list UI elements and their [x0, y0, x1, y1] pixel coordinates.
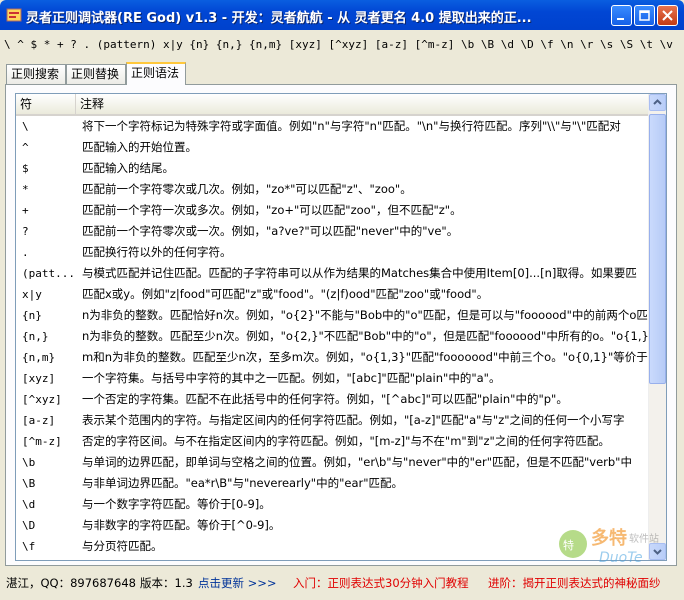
row-symbol: [^m-z]: [22, 435, 62, 448]
table-row[interactable]: (patt... 与模式匹配并记住匹配。匹配的子字符串可以从作为结果的Matche…: [16, 263, 656, 284]
row-symbol: (patt...: [22, 267, 75, 280]
tab-regex-syntax[interactable]: 正则语法: [126, 62, 186, 85]
table-row[interactable]: $ 匹配输入的结尾。: [16, 158, 656, 179]
row-comment: 匹配输入的开始位置。: [82, 140, 197, 154]
row-symbol: .: [22, 246, 29, 259]
row-symbol: [^xyz]: [22, 393, 62, 406]
row-comment: 与模式匹配并记住匹配。匹配的子字符串可以从作为结果的Matches集合中使用It…: [82, 266, 637, 280]
row-comment: 将下一个字符标记为特殊字符或字面值。例如"n"与字符"n"匹配。"\n"与换行符…: [82, 119, 621, 133]
maximize-icon: [639, 10, 650, 21]
row-symbol: *: [22, 183, 29, 196]
row-symbol: \d: [22, 498, 36, 511]
syntax-panel: 符 注释 \ 将下一个字符标记为特殊字符或字面值。例如"n"与字符"n"匹配。"\…: [5, 84, 677, 566]
table-row[interactable]: + 匹配前一个字符一次或多次。例如，"zo+"可以匹配"zoo"，但不匹配"z"。: [16, 200, 656, 221]
row-symbol: ^: [22, 141, 29, 154]
table-row[interactable]: {n,} n为非负的整数。匹配至少n次。例如，"o{2,}"不匹配"Bob"中的"…: [16, 326, 656, 347]
watermark-text-3: DuoTe: [599, 550, 643, 566]
list-rows: \ 将下一个字符标记为特殊字符或字面值。例如"n"与字符"n"匹配。"\n"与换行…: [16, 116, 656, 557]
row-comment: 表示某个范围内的字符。与指定区间内的任何字符匹配。例如，"[a-z]"匹配"a"…: [82, 413, 625, 427]
column-symbol-header[interactable]: 符: [16, 94, 76, 114]
row-symbol: \f: [22, 540, 36, 553]
row-symbol: \b: [22, 456, 36, 469]
row-symbol: \: [22, 120, 29, 133]
row-symbol: ?: [22, 225, 29, 238]
row-symbol: x|y: [22, 288, 42, 301]
row-comment: 匹配前一个字符零次或几次。例如，"zo*"可以匹配"z"、"zoo"。: [82, 182, 412, 196]
row-comment: 否定的字符区间。与不在指定区间内的字符匹配。例如，"[m-z]"与不在"m"到"…: [82, 434, 610, 448]
row-comment: 匹配换行符以外的任何字符。: [82, 245, 232, 259]
row-symbol: \D: [22, 519, 36, 532]
advanced-tutorial-link[interactable]: 进阶：揭开正则表达式的神秘面纱: [488, 575, 684, 591]
table-row[interactable]: \b 与单词的边界匹配，即单词与空格之间的位置。例如，"er\b"与"never"…: [16, 452, 656, 473]
contact-info: 湛江，QQ：897687648: [6, 576, 136, 590]
maximize-button[interactable]: [634, 5, 655, 26]
update-link[interactable]: 点击更新 >>>: [198, 575, 277, 591]
row-symbol: \B: [22, 477, 36, 490]
row-symbol: +: [22, 204, 29, 217]
tab-regex-search[interactable]: 正则搜索: [6, 64, 66, 84]
watermark-text-1: 多特: [591, 527, 627, 549]
row-comment: 与单词的边界匹配，即单词与空格之间的位置。例如，"er\b"与"never"中的…: [82, 455, 632, 469]
column-comment-header[interactable]: 注释: [76, 94, 656, 114]
row-comment: 匹配前一个字符零次或一次。例如，"a?ve?"可以匹配"never"中的"ve"…: [82, 224, 459, 238]
table-row[interactable]: \d 与一个数字字符匹配。等价于[0-9]。: [16, 494, 656, 515]
table-row[interactable]: ^ 匹配输入的开始位置。: [16, 137, 656, 158]
tab-regex-replace[interactable]: 正则替换: [66, 64, 126, 84]
app-icon: [6, 8, 22, 22]
row-comment: 一个字符集。与括号中字符的其中之一匹配。例如，"[abc]"匹配"plain"中…: [82, 371, 501, 385]
table-row[interactable]: x|y 匹配x或y。例如"z|food"可匹配"z"或"food"。"(z|f)o…: [16, 284, 656, 305]
scroll-thumb[interactable]: [649, 114, 666, 384]
row-comment: n为非负的整数。匹配至少n次。例如，"o{2,}"不匹配"Bob"中的"o"，但…: [82, 329, 649, 343]
list-header: 符 注释: [16, 94, 656, 116]
intro-tutorial-link[interactable]: 入门：正则表达式30分钟入门教程: [293, 575, 469, 591]
table-row[interactable]: . 匹配换行符以外的任何字符。: [16, 242, 656, 263]
scroll-up-button[interactable]: [649, 94, 666, 111]
row-comment: 与非单词边界匹配。"ea*r\B"与"neverearly"中的"ear"匹配。: [82, 476, 404, 490]
row-comment: n为非负的整数。匹配恰好n次。例如，"o{2}"不能与"Bob中的"o"匹配，但…: [82, 308, 656, 322]
arrow-up-icon: [653, 99, 662, 105]
row-symbol: {n}: [22, 309, 42, 322]
regex-symbol-bar[interactable]: \ ^ $ * + ? . (pattern) x|y {n} {n,} {n,…: [4, 35, 680, 55]
watermark-logo: 特 多特 软件站 DuoTe: [559, 527, 659, 566]
row-comment: 匹配输入的结尾。: [82, 161, 174, 175]
table-row[interactable]: [xyz] 一个字符集。与括号中字符的其中之一匹配。例如，"[abc]"匹配"pl…: [16, 368, 656, 389]
vertical-scrollbar[interactable]: [648, 94, 666, 560]
table-row[interactable]: \B 与非单词边界匹配。"ea*r\B"与"neverearly"中的"ear"匹…: [16, 473, 656, 494]
table-row[interactable]: [a-z] 表示某个范围内的字符。与指定区间内的任何字符匹配。例如，"[a-z]"…: [16, 410, 656, 431]
syntax-list[interactable]: 符 注释 \ 将下一个字符标记为特殊字符或字面值。例如"n"与字符"n"匹配。"\…: [15, 93, 667, 561]
row-comment: m和n为非负的整数。匹配至少n次，至多m次。例如，"o{1,3}"匹配"fooo…: [82, 350, 656, 364]
table-row[interactable]: ? 匹配前一个字符零次或一次。例如，"a?ve?"可以匹配"never"中的"ve…: [16, 221, 656, 242]
window-title: 灵者正则调试器(RE God) v1.3 - 开发：灵者航航 - 从 灵者更名 …: [26, 11, 532, 26]
row-symbol: {n,}: [22, 330, 49, 343]
row-symbol: {n,m}: [22, 351, 56, 364]
table-row[interactable]: [^m-z] 否定的字符区间。与不在指定区间内的字符匹配。例如，"[m-z]"与不…: [16, 431, 656, 452]
svg-text:特: 特: [563, 538, 574, 552]
row-comment: 匹配x或y。例如"z|food"可匹配"z"或"food"。"(z|f)ood"…: [82, 287, 489, 301]
row-symbol: [a-z]: [22, 414, 56, 427]
table-row[interactable]: [^xyz] 一个否定的字符集。匹配不在此括号中的任何字符。例如，"[^abc]"…: [16, 389, 656, 410]
title-bar: 灵者正则调试器(RE God) v1.3 - 开发：灵者航航 - 从 灵者更名 …: [0, 0, 684, 30]
row-symbol: $: [22, 162, 29, 175]
watermark-text-2: 软件站: [629, 532, 659, 545]
minimize-button[interactable]: [611, 5, 632, 26]
close-icon: [662, 10, 673, 21]
row-comment: 与一个数字字符匹配。等价于[0-9]。: [82, 497, 271, 511]
table-row[interactable]: \ 将下一个字符标记为特殊字符或字面值。例如"n"与字符"n"匹配。"\n"与换行…: [16, 116, 656, 137]
table-row[interactable]: {n,m} m和n为非负的整数。匹配至少n次，至多m次。例如，"o{1,3}"匹配…: [16, 347, 656, 368]
close-button[interactable]: [657, 5, 678, 26]
row-comment: 匹配前一个字符一次或多次。例如，"zo+"可以匹配"zoo"，但不匹配"z"。: [82, 203, 462, 217]
status-bar: 湛江，QQ：897687648 版本：1.3 点击更新 >>> 入门：正则表达式…: [0, 570, 684, 596]
table-row[interactable]: {n} n为非负的整数。匹配恰好n次。例如，"o{2}"不能与"Bob中的"o"匹…: [16, 305, 656, 326]
row-symbol: [xyz]: [22, 372, 56, 385]
row-comment: 一个否定的字符集。匹配不在此括号中的任何字符。例如，"[^abc]"可以匹配"p…: [82, 392, 568, 406]
version-label: 版本：1.3: [140, 576, 193, 590]
table-row[interactable]: * 匹配前一个字符零次或几次。例如，"zo*"可以匹配"z"、"zoo"。: [16, 179, 656, 200]
minimize-icon: [617, 18, 624, 20]
